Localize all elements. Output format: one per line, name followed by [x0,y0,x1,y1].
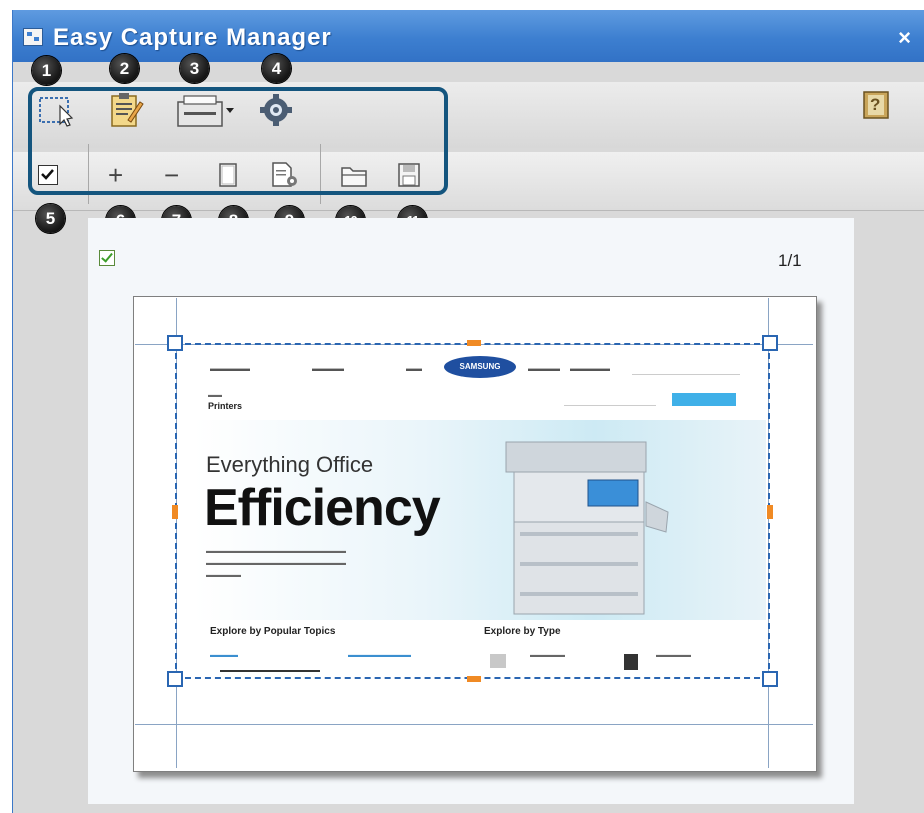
toolbar-highlight-frame [28,87,448,195]
callout-4: 4 [262,54,291,83]
app-icon [23,28,43,46]
close-button[interactable]: × [898,25,911,51]
help-icon: ? [870,95,881,114]
callout-5: 5 [36,204,65,233]
resize-handle-left[interactable] [172,505,178,519]
page-counter: 1/1 [778,251,802,270]
capture-selection-area[interactable] [175,343,770,679]
resize-handle-bottom[interactable] [467,676,481,682]
callout-2: 2 [110,54,139,83]
resize-handle-top-left[interactable] [167,335,183,351]
title-bar[interactable]: Easy Capture Manager × [13,10,924,62]
callout-1: 1 [32,56,61,85]
resize-handle-bottom-left[interactable] [167,671,183,687]
page-select-checkbox[interactable] [99,250,115,266]
resize-handle-right[interactable] [767,505,773,519]
help-button[interactable]: ? [862,90,890,120]
resize-handle-top-right[interactable] [762,335,778,351]
resize-handle-top[interactable] [467,340,481,346]
margin-guide-bottom [135,724,813,725]
window-title: Easy Capture Manager [53,24,332,51]
resize-handle-bottom-right[interactable] [762,671,778,687]
callout-3: 3 [180,54,209,83]
